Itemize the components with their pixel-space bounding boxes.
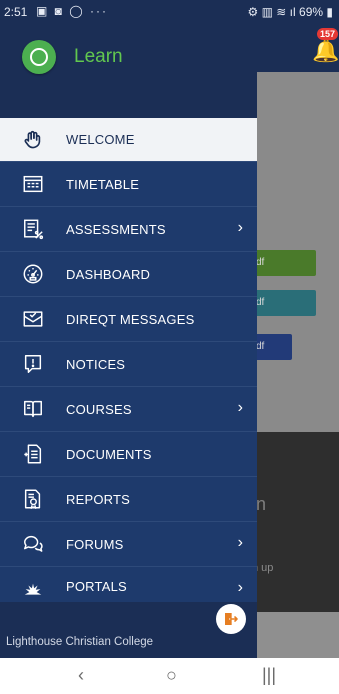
logout-button[interactable] <box>216 604 246 634</box>
back-button[interactable]: ‹ <box>78 665 84 686</box>
drawer-header: Learn <box>0 26 257 118</box>
background-pdf-button: df <box>252 334 292 360</box>
app-name: Learn <box>74 46 123 67</box>
menu-item-courses[interactable]: COURSES › <box>0 387 257 432</box>
logout-icon <box>225 613 238 625</box>
menu-item-portals[interactable]: PORTALS › <box>0 567 257 595</box>
hand-wave-icon <box>21 128 45 152</box>
menu-item-label: ASSESSMENTS <box>66 221 166 237</box>
menu-item-label: WELCOME <box>66 132 135 147</box>
notification-bell-icon[interactable]: 🔔 <box>312 40 339 62</box>
background-text: n <box>256 494 267 514</box>
menu-item-welcome[interactable]: WELCOME <box>0 118 257 162</box>
status-time: 2:51 <box>4 5 28 19</box>
chevron-right-icon: › <box>237 579 243 595</box>
app-screen: 2:51 ▣ ◙ ◯ ··· ⚙ ▥ ≋ ıl 69% ▮ 🔔 157 df d… <box>0 0 339 694</box>
status-right-group: ⚙ ▥ ≋ ıl 69% ▮ <box>248 5 333 19</box>
forum-chat-icon <box>21 532 45 556</box>
menu-item-label: NOTICES <box>66 356 126 372</box>
dashboard-gauge-icon <box>21 262 45 286</box>
status-bar: 2:51 ▣ ◙ ◯ ··· ⚙ ▥ ≋ ıl 69% ▮ <box>0 0 339 26</box>
learn-logo-icon <box>22 40 56 74</box>
drawer-footer: Lighthouse Christian College <box>0 602 257 658</box>
navigation-drawer: Learn WELCOME TIMETABLE ASSESSMENTS › DA… <box>0 26 257 658</box>
notification-badge: 157 <box>317 28 339 40</box>
portals-icon <box>21 579 45 595</box>
menu-item-label: COURSES <box>66 401 132 417</box>
menu-item-notices[interactable]: NOTICES <box>0 342 257 387</box>
menu-item-label: DIREQT MESSAGES <box>66 311 195 327</box>
menu-item-reports[interactable]: REPORTS <box>0 477 257 522</box>
background-pdf-button: df <box>252 290 316 316</box>
menu-item-label: PORTALS <box>66 579 127 594</box>
menu-item-forums[interactable]: FORUMS › <box>0 522 257 567</box>
menu-item-label: DOCUMENTS <box>66 446 152 462</box>
assessments-icon <box>21 217 45 241</box>
message-envelope-icon <box>21 307 45 331</box>
home-button[interactable]: ○ <box>166 665 177 686</box>
menu-item-assessments[interactable]: ASSESSMENTS › <box>0 207 257 252</box>
menu-item-direqt-messages[interactable]: DIREQT MESSAGES <box>0 297 257 342</box>
menu-item-label: REPORTS <box>66 491 131 507</box>
background-pdf-button: df <box>252 250 316 276</box>
drawer-menu: WELCOME TIMETABLE ASSESSMENTS › DASHBOAR… <box>0 118 257 595</box>
menu-item-label: TIMETABLE <box>66 176 140 192</box>
menu-item-label: DASHBOARD <box>66 266 151 282</box>
status-notification-icons: ▣ ◙ ◯ ··· <box>36 4 109 18</box>
status-signal-icons: ⚙ ▥ ≋ ıl <box>247 5 296 19</box>
menu-item-documents[interactable]: DOCUMENTS <box>0 432 257 477</box>
school-name: Lighthouse Christian College <box>6 636 154 648</box>
menu-item-timetable[interactable]: TIMETABLE <box>0 162 257 207</box>
chevron-right-icon: › <box>237 219 243 236</box>
document-icon <box>21 442 45 466</box>
notice-alert-icon <box>21 352 45 376</box>
menu-item-dashboard[interactable]: DASHBOARD <box>0 252 257 297</box>
chevron-right-icon: › <box>237 399 243 416</box>
chevron-right-icon: › <box>237 534 243 551</box>
battery-percent: 69% <box>299 5 324 19</box>
book-open-icon <box>21 397 45 421</box>
system-navigation-bar: ‹ ○ ||| <box>0 658 339 694</box>
timetable-icon <box>21 172 45 196</box>
recents-button[interactable]: ||| <box>262 665 276 686</box>
menu-item-label: FORUMS <box>66 536 124 552</box>
report-icon <box>21 487 45 511</box>
battery-icon: ▮ <box>326 5 333 19</box>
